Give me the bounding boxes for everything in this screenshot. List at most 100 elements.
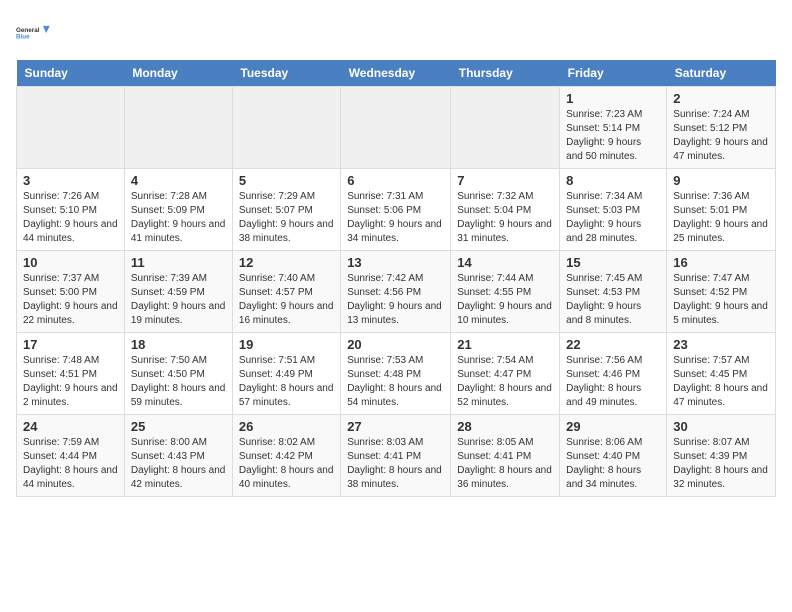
day-number: 13: [347, 255, 444, 270]
day-info: Sunrise: 7:42 AMSunset: 4:56 PMDaylight:…: [347, 272, 444, 328]
header-day-tuesday: Tuesday: [232, 60, 340, 87]
day-info: Sunrise: 7:50 AMSunset: 4:50 PMDaylight:…: [131, 354, 226, 410]
header-row: SundayMondayTuesdayWednesdayThursdayFrid…: [17, 60, 776, 87]
logo: GeneralBlue: [16, 16, 52, 52]
day-info: Sunrise: 8:03 AMSunset: 4:41 PMDaylight:…: [347, 436, 444, 492]
calendar-cell: 2 Sunrise: 7:24 AMSunset: 5:12 PMDaylight…: [667, 87, 776, 169]
day-number: 11: [131, 255, 226, 270]
calendar-body: 1Sunrise: 7:23 AMSunset: 5:14 PMDaylight…: [17, 87, 776, 497]
calendar-cell: 18 Sunrise: 7:50 AMSunset: 4:50 PMDayligh…: [124, 333, 232, 415]
day-number: 14: [457, 255, 553, 270]
day-number: 9: [673, 173, 769, 188]
logo-icon: GeneralBlue: [16, 16, 52, 52]
calendar-cell: [232, 87, 340, 169]
day-number: 22: [566, 337, 660, 352]
calendar-cell: 25Sunrise: 8:00 AMSunset: 4:43 PMDayligh…: [124, 415, 232, 497]
day-info: Sunrise: 8:02 AMSunset: 4:42 PMDaylight:…: [239, 436, 334, 492]
day-number: 8: [566, 173, 660, 188]
day-info: Sunrise: 7:29 AMSunset: 5:07 PMDaylight:…: [239, 190, 334, 246]
calendar-cell: 6 Sunrise: 7:31 AMSunset: 5:06 PMDaylight…: [341, 169, 451, 251]
calendar-cell: 3 Sunrise: 7:26 AMSunset: 5:10 PMDaylight…: [17, 169, 125, 251]
day-number: 3: [23, 173, 118, 188]
day-info: Sunrise: 7:53 AMSunset: 4:48 PMDaylight:…: [347, 354, 444, 410]
calendar-cell: 29 Sunrise: 8:06 AMSunset: 4:40 PMDayligh…: [560, 415, 667, 497]
header-day-thursday: Thursday: [451, 60, 560, 87]
svg-text:Blue: Blue: [16, 34, 30, 41]
calendar-cell: 13 Sunrise: 7:42 AMSunset: 4:56 PMDayligh…: [341, 251, 451, 333]
day-number: 25: [131, 419, 226, 434]
day-info: Sunrise: 7:47 AMSunset: 4:52 PMDaylight:…: [673, 272, 769, 328]
day-info: Sunrise: 7:56 AMSunset: 4:46 PMDaylight:…: [566, 354, 660, 410]
calendar-cell: 22 Sunrise: 7:56 AMSunset: 4:46 PMDayligh…: [560, 333, 667, 415]
page-header: GeneralBlue: [16, 16, 776, 52]
day-number: 21: [457, 337, 553, 352]
calendar-cell: [341, 87, 451, 169]
header-day-monday: Monday: [124, 60, 232, 87]
calendar-cell: 14 Sunrise: 7:44 AMSunset: 4:55 PMDayligh…: [451, 251, 560, 333]
calendar-week-0: 1Sunrise: 7:23 AMSunset: 5:14 PMDaylight…: [17, 87, 776, 169]
header-day-sunday: Sunday: [17, 60, 125, 87]
day-number: 28: [457, 419, 553, 434]
day-info: Sunrise: 7:24 AMSunset: 5:12 PMDaylight:…: [673, 108, 769, 164]
calendar-cell: 28Sunrise: 8:05 AMSunset: 4:41 PMDayligh…: [451, 415, 560, 497]
calendar-cell: 11 Sunrise: 7:39 AMSunset: 4:59 PMDayligh…: [124, 251, 232, 333]
calendar-cell: 4Sunrise: 7:28 AMSunset: 5:09 PMDaylight…: [124, 169, 232, 251]
day-info: Sunrise: 8:07 AMSunset: 4:39 PMDaylight:…: [673, 436, 769, 492]
day-number: 4: [131, 173, 226, 188]
calendar-cell: [124, 87, 232, 169]
day-number: 24: [23, 419, 118, 434]
day-number: 27: [347, 419, 444, 434]
calendar-cell: 23Sunrise: 7:57 AMSunset: 4:45 PMDayligh…: [667, 333, 776, 415]
header-day-saturday: Saturday: [667, 60, 776, 87]
day-info: Sunrise: 7:51 AMSunset: 4:49 PMDaylight:…: [239, 354, 334, 410]
day-number: 19: [239, 337, 334, 352]
calendar-cell: 5 Sunrise: 7:29 AMSunset: 5:07 PMDaylight…: [232, 169, 340, 251]
day-info: Sunrise: 7:34 AMSunset: 5:03 PMDaylight:…: [566, 190, 660, 246]
day-number: 5: [239, 173, 334, 188]
day-info: Sunrise: 7:59 AMSunset: 4:44 PMDaylight:…: [23, 436, 118, 492]
day-number: 30: [673, 419, 769, 434]
calendar-cell: 8 Sunrise: 7:34 AMSunset: 5:03 PMDaylight…: [560, 169, 667, 251]
day-info: Sunrise: 7:36 AMSunset: 5:01 PMDaylight:…: [673, 190, 769, 246]
day-number: 10: [23, 255, 118, 270]
day-info: Sunrise: 7:39 AMSunset: 4:59 PMDaylight:…: [131, 272, 226, 328]
day-info: Sunrise: 7:57 AMSunset: 4:45 PMDaylight:…: [673, 354, 769, 410]
calendar-header: SundayMondayTuesdayWednesdayThursdayFrid…: [17, 60, 776, 87]
calendar-cell: 30 Sunrise: 8:07 AMSunset: 4:39 PMDayligh…: [667, 415, 776, 497]
header-day-friday: Friday: [560, 60, 667, 87]
day-info: Sunrise: 7:44 AMSunset: 4:55 PMDaylight:…: [457, 272, 553, 328]
calendar-cell: 16 Sunrise: 7:47 AMSunset: 4:52 PMDayligh…: [667, 251, 776, 333]
calendar-cell: [17, 87, 125, 169]
day-number: 2: [673, 91, 769, 106]
calendar-cell: 19 Sunrise: 7:51 AMSunset: 4:49 PMDayligh…: [232, 333, 340, 415]
calendar-cell: 17 Sunrise: 7:48 AMSunset: 4:51 PMDayligh…: [17, 333, 125, 415]
day-number: 6: [347, 173, 444, 188]
header-day-wednesday: Wednesday: [341, 60, 451, 87]
day-info: Sunrise: 7:32 AMSunset: 5:04 PMDaylight:…: [457, 190, 553, 246]
calendar-week-1: 3 Sunrise: 7:26 AMSunset: 5:10 PMDaylight…: [17, 169, 776, 251]
day-number: 29: [566, 419, 660, 434]
day-info: Sunrise: 7:37 AMSunset: 5:00 PMDaylight:…: [23, 272, 118, 328]
day-info: Sunrise: 8:06 AMSunset: 4:40 PMDaylight:…: [566, 436, 660, 492]
calendar-cell: 21Sunrise: 7:54 AMSunset: 4:47 PMDayligh…: [451, 333, 560, 415]
day-number: 20: [347, 337, 444, 352]
day-info: Sunrise: 7:48 AMSunset: 4:51 PMDaylight:…: [23, 354, 118, 410]
calendar-cell: 12 Sunrise: 7:40 AMSunset: 4:57 PMDayligh…: [232, 251, 340, 333]
calendar-table: SundayMondayTuesdayWednesdayThursdayFrid…: [16, 60, 776, 497]
calendar-cell: 7Sunrise: 7:32 AMSunset: 5:04 PMDaylight…: [451, 169, 560, 251]
day-info: Sunrise: 7:31 AMSunset: 5:06 PMDaylight:…: [347, 190, 444, 246]
day-number: 17: [23, 337, 118, 352]
day-number: 18: [131, 337, 226, 352]
day-number: 15: [566, 255, 660, 270]
calendar-cell: 1Sunrise: 7:23 AMSunset: 5:14 PMDaylight…: [560, 87, 667, 169]
day-info: Sunrise: 7:26 AMSunset: 5:10 PMDaylight:…: [23, 190, 118, 246]
calendar-cell: 24 Sunrise: 7:59 AMSunset: 4:44 PMDayligh…: [17, 415, 125, 497]
day-info: Sunrise: 7:40 AMSunset: 4:57 PMDaylight:…: [239, 272, 334, 328]
calendar-cell: 20 Sunrise: 7:53 AMSunset: 4:48 PMDayligh…: [341, 333, 451, 415]
calendar-cell: 27 Sunrise: 8:03 AMSunset: 4:41 PMDayligh…: [341, 415, 451, 497]
calendar-cell: 15Sunrise: 7:45 AMSunset: 4:53 PMDayligh…: [560, 251, 667, 333]
calendar-cell: 9 Sunrise: 7:36 AMSunset: 5:01 PMDaylight…: [667, 169, 776, 251]
day-number: 12: [239, 255, 334, 270]
calendar-cell: [451, 87, 560, 169]
day-number: 16: [673, 255, 769, 270]
